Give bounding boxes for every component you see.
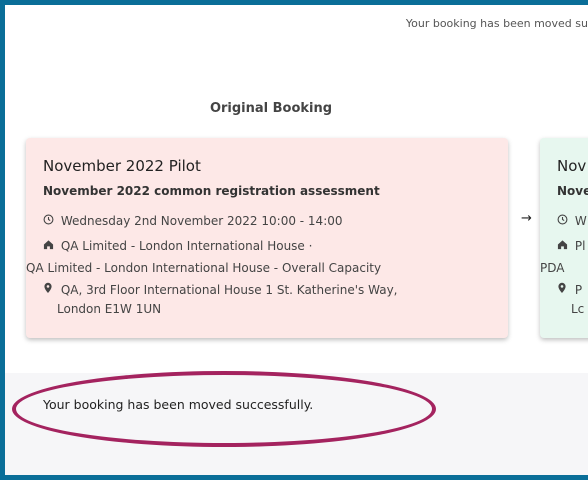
new-booking-venue-line1: Pl bbox=[574, 239, 586, 253]
booking-datetime: Wednesday 2nd November 2022 10:00 - 14:0… bbox=[60, 214, 343, 228]
booking-venue-row: QA Limited - London International House … bbox=[43, 239, 312, 253]
booking-datetime-row: Wednesday 2nd November 2022 10:00 - 14:0… bbox=[43, 214, 343, 228]
original-booking-heading: Original Booking bbox=[209, 101, 333, 116]
new-booking-venue-row: Pl bbox=[557, 239, 585, 253]
new-booking-address-line2: Lc bbox=[571, 302, 585, 316]
booking-address-line2: London E1W 1UN bbox=[57, 302, 162, 316]
home-icon bbox=[43, 239, 57, 253]
booking-subtitle: November 2022 common registration assess… bbox=[43, 184, 380, 198]
new-booking-address-row: P bbox=[557, 282, 582, 297]
booking-address-line1: QA, 3rd Floor International House 1 St. … bbox=[60, 283, 398, 297]
new-booking-datetime: W bbox=[574, 214, 587, 228]
location-pin-icon bbox=[43, 282, 57, 297]
new-booking-subtitle: Nove bbox=[557, 184, 588, 198]
clock-icon bbox=[557, 214, 571, 228]
new-booking-title: Nov bbox=[557, 157, 587, 175]
status-area: Your booking has been moved successfully… bbox=[5, 373, 588, 475]
location-pin-icon bbox=[557, 282, 571, 297]
booking-venue-line2: QA Limited - London International House … bbox=[26, 261, 382, 275]
booking-venue-line1: QA Limited - London International House … bbox=[60, 239, 313, 253]
new-booking-card: Nov Nove W Pl PDA P Lc bbox=[540, 138, 588, 338]
success-message: Your booking has been moved successfully… bbox=[43, 397, 314, 412]
top-notice: Your booking has been moved su bbox=[405, 17, 588, 30]
clock-icon bbox=[43, 214, 57, 228]
original-booking-card: November 2022 Pilot November 2022 common… bbox=[26, 138, 508, 338]
move-arrow-icon: → bbox=[521, 211, 532, 226]
booking-address-row: QA, 3rd Floor International House 1 St. … bbox=[43, 282, 397, 297]
home-icon bbox=[557, 239, 571, 253]
new-booking-datetime-row: W bbox=[557, 214, 587, 228]
new-booking-venue-line2: PDA bbox=[540, 261, 565, 275]
booking-moved-panel: Your booking has been moved su Original … bbox=[0, 0, 588, 480]
new-booking-address-line1: P bbox=[574, 283, 583, 297]
booking-title: November 2022 Pilot bbox=[43, 157, 201, 175]
